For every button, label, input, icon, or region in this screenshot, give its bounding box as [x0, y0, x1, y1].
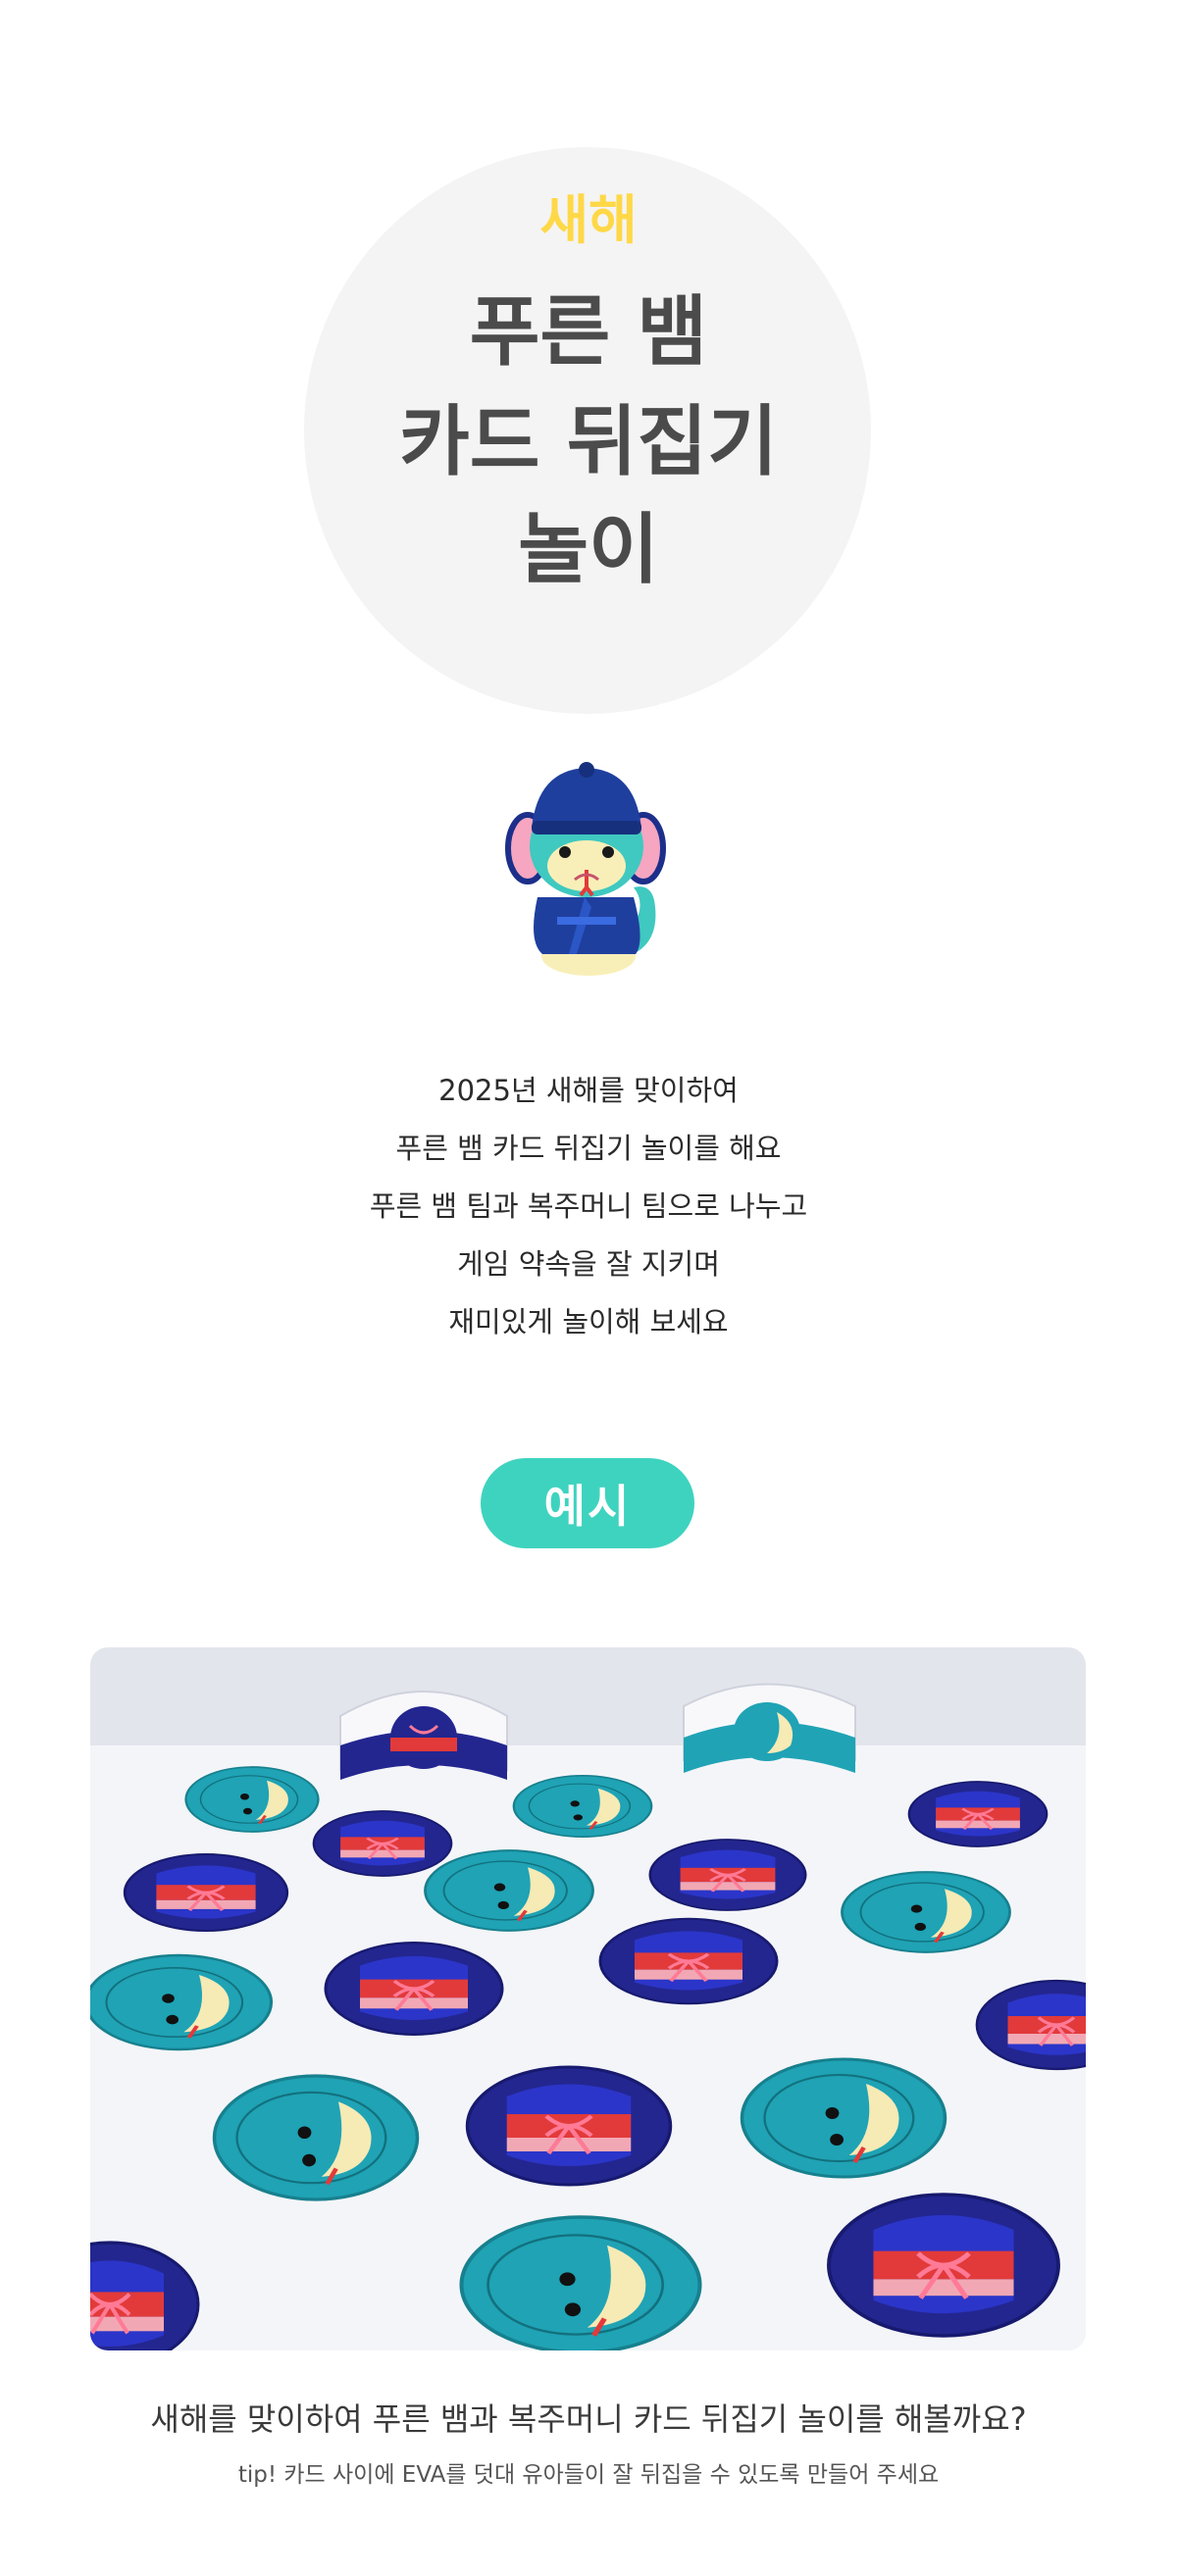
description-line-4: 게임 약속을 잘 지키며	[457, 1247, 720, 1281]
description-line-2: 푸른 뱀 카드 뒤집기 놀이를 해요	[395, 1132, 782, 1165]
title-kicker: 새해	[539, 189, 638, 251]
photo-tip: tip! 카드 사이에 EVA를 덧대 유아들이 잘 뒤집을 수 있도록 만들어…	[237, 2462, 940, 2488]
description-line-5: 재미있게 놀이해 보세요	[448, 1305, 729, 1339]
title-line-2: 카드 뒤집기	[399, 398, 778, 486]
snake-mascot-illustration	[498, 760, 675, 985]
example-photo	[90, 1647, 1086, 2350]
description-line-1: 2025년 새해를 맞이하여	[438, 1074, 739, 1107]
description-line-3: 푸른 뱀 팀과 복주머니 팀으로 나누고	[369, 1189, 808, 1223]
example-badge: 예시	[481, 1458, 694, 1548]
title-line-1: 푸른 뱀	[469, 288, 708, 377]
title-line-3: 놀이	[518, 506, 659, 594]
photo-caption: 새해를 맞이하여 푸른 뱀과 복주머니 카드 뒤집기 놀이를 해볼까요?	[150, 2400, 1027, 2438]
